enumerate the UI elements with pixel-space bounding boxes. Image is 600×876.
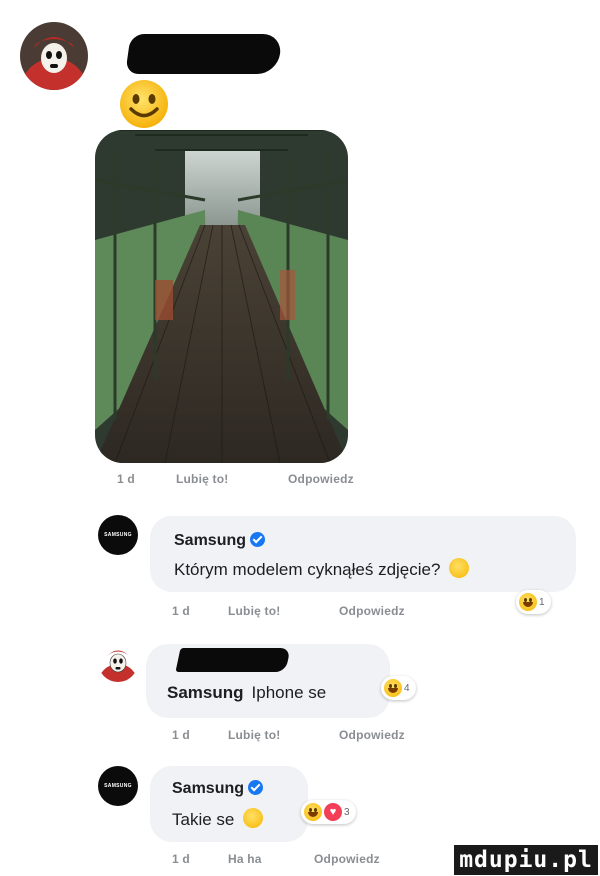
post-like-link[interactable]: Lubię to! [176,472,228,486]
comment-3-bubble [150,766,308,842]
comment-3-author[interactable]: Samsung [172,780,264,798]
comment-3-reply-link[interactable]: Odpowiedz [314,852,380,866]
thinking-emoji-icon [449,558,470,578]
comment-3-text: Takie se [172,808,264,830]
wink-emoji-icon [243,808,264,828]
comment-2-meta: 1 d Lubię to! Odpowiedz [172,728,452,744]
comment-2-text: Samsung Iphone se [167,683,326,703]
comment-2-mention[interactable]: Samsung [167,683,244,702]
comment-1-like-link[interactable]: Lubię to! [228,604,280,618]
redacted-name [125,34,283,74]
post-meta: 1 d Lubię to! Odpowiedz [117,472,397,488]
comment-2-text-content: Iphone se [251,683,327,702]
comment-1-reaction-count: 1 [539,596,545,608]
comment-3-avatar[interactable]: SAMSUNG [98,766,138,806]
laugh-reaction-icon [384,679,402,697]
verified-badge-icon [248,780,264,795]
laugh-reaction-icon [519,593,537,611]
post-photo-bridge[interactable] [95,130,348,463]
smiley-emoji-icon [118,78,170,130]
site-watermark: mdupiu.pl [454,845,598,875]
comment-2-reaction-count: 4 [404,682,410,694]
comment-1-author-name[interactable]: Samsung [174,532,246,549]
laugh-reaction-icon [304,803,322,821]
comment-1-author[interactable]: Samsung [174,532,266,550]
comment-1-bubble [150,516,576,592]
heart-reaction-icon: ♥ [324,803,342,821]
comment-2-reactions[interactable]: 4 [381,676,416,700]
verified-badge-icon [250,532,266,547]
comment-1-time: 1 d [172,604,190,618]
comment-2-reply-link[interactable]: Odpowiedz [339,728,405,742]
comment-2-like-link[interactable]: Lubię to! [228,728,280,742]
comment-3-reactions[interactable]: ♥ 3 [301,800,356,824]
comment-2-avatar[interactable] [98,642,138,682]
redacted-name [175,648,291,672]
comment-3-time: 1 d [172,852,190,866]
comment-3-meta: 1 d Ha ha Odpowiedz [172,852,452,868]
comment-2-time: 1 d [172,728,190,742]
comment-3-text-content: Takie se [172,810,235,829]
post-time: 1 d [117,472,135,486]
poster-avatar[interactable] [20,22,88,90]
comment-1-meta: 1 d Lubię to! Odpowiedz [172,604,452,620]
post-reply-link[interactable]: Odpowiedz [288,472,354,486]
comment-1-text: Którym modelem cyknąłeś zdjęcie? [174,558,470,580]
comment-1-text-content: Którym modelem cyknąłeś zdjęcie? [174,560,441,579]
comment-1-reactions[interactable]: 1 [516,590,551,614]
comment-3-author-name[interactable]: Samsung [172,780,244,797]
comment-3-reaction-count: 3 [344,806,350,818]
comment-3-haha-link[interactable]: Ha ha [228,852,262,866]
comment-1-avatar[interactable]: SAMSUNG [98,515,138,555]
comment-1-reply-link[interactable]: Odpowiedz [339,604,405,618]
